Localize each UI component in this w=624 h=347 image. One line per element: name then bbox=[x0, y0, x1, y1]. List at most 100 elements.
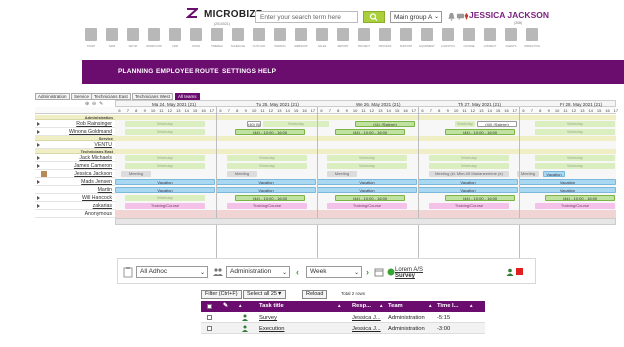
column-time[interactable]: Time I... bbox=[437, 303, 458, 309]
nav-help[interactable]: HELP bbox=[258, 68, 276, 75]
task-title[interactable]: Survey bbox=[259, 315, 277, 321]
employee-name[interactable]: Martin bbox=[41, 187, 115, 193]
toolbar-item[interactable]: SUPPORT bbox=[397, 28, 415, 52]
row-checkbox[interactable] bbox=[207, 326, 212, 331]
workday-block[interactable]: Workday bbox=[125, 121, 205, 127]
expand-icon[interactable] bbox=[37, 156, 40, 160]
training-block[interactable]: Training/Course bbox=[227, 203, 307, 209]
sort-asc-icon[interactable]: ▲ bbox=[428, 303, 432, 308]
workday-block[interactable]: Workday bbox=[263, 121, 329, 127]
search-input[interactable]: Enter your search term here bbox=[255, 11, 358, 23]
page-size[interactable]: 25▼ bbox=[271, 291, 283, 297]
vacation-block[interactable]: Vacation bbox=[543, 171, 565, 177]
employee-name[interactable]: Jack Michaels bbox=[41, 155, 115, 161]
sort-asc-icon[interactable]: ▲ bbox=[238, 303, 242, 308]
vacation-block[interactable]: Vacation bbox=[317, 187, 417, 193]
employee-name[interactable]: Will Hancock bbox=[41, 195, 115, 201]
tab-all-teams[interactable]: All teams bbox=[175, 93, 200, 100]
note-block[interactable]: (40) Bla bbox=[247, 121, 261, 127]
sort-asc-icon[interactable]: ▲ bbox=[337, 303, 341, 308]
employee-name[interactable]: zakarias bbox=[41, 203, 115, 209]
column-team[interactable]: Team bbox=[388, 303, 403, 309]
meeting-block[interactable]: Meeting bbox=[517, 171, 539, 177]
workday-block[interactable]: Workday bbox=[125, 195, 205, 201]
toolbar-item[interactable]: WEBSHOP bbox=[292, 28, 310, 52]
training-block[interactable]: Training/Course bbox=[535, 203, 615, 209]
select-all-checkbox[interactable] bbox=[207, 304, 212, 309]
shift-block[interactable]: (44) - 10:00 - 16:00 bbox=[235, 129, 305, 135]
toolbar-item[interactable]: EQUIPMENT bbox=[418, 28, 436, 52]
toolbar-item[interactable]: PROCESS bbox=[376, 28, 394, 52]
vacation-block[interactable]: Vacation bbox=[418, 179, 518, 185]
toolbar-item[interactable]: START bbox=[82, 28, 100, 52]
shift-block[interactable]: (44) - 10:00 - 16:00 bbox=[235, 195, 305, 201]
shift-block[interactable]: (44) - 10:00 - 16:00 bbox=[445, 195, 515, 201]
stop-button[interactable] bbox=[516, 268, 523, 275]
main-group-select[interactable]: Main group A ⌄ bbox=[390, 11, 442, 23]
nav-employee[interactable]: EMPLOYEE bbox=[156, 68, 194, 75]
workday-block[interactable]: Workday bbox=[327, 155, 407, 161]
employee-name[interactable]: VENTU bbox=[41, 142, 115, 148]
expand-icon[interactable] bbox=[37, 122, 40, 126]
column-responsible[interactable]: Resp... bbox=[352, 303, 371, 309]
toolbar-item[interactable]: PERSON bbox=[271, 28, 289, 52]
meeting-block[interactable]: Meeting bbox=[327, 171, 357, 177]
workday-block[interactable]: Workday bbox=[227, 155, 307, 161]
task-responsible[interactable]: Jessica J... bbox=[352, 315, 381, 321]
task-type-select[interactable]: All Adhoc ⌄ bbox=[136, 266, 208, 278]
workday-block[interactable]: Workday bbox=[227, 163, 307, 169]
employee-name[interactable]: Jessica Jackson bbox=[41, 171, 115, 177]
shift-block[interactable]: (44) - 10:00 - 16:00 bbox=[335, 129, 405, 135]
toolbar-item[interactable]: LOGISTICS bbox=[439, 28, 457, 52]
employee-name[interactable]: James Cameron bbox=[41, 163, 115, 169]
workday-block[interactable]: Workday bbox=[125, 129, 205, 135]
toolbar-item[interactable]: SALES bbox=[313, 28, 331, 52]
tab-administration[interactable]: Administration bbox=[35, 93, 70, 100]
meeting-block[interactable]: Meeting bbox=[227, 171, 257, 177]
expand-icon[interactable] bbox=[37, 204, 40, 208]
vacation-block[interactable]: Vacation bbox=[519, 187, 616, 193]
employee-name[interactable]: Rob Rainsinger bbox=[41, 121, 115, 127]
meeting-block[interactable]: Meeting (kl. Mlm-09 Marianeeriene (e) bbox=[429, 171, 509, 177]
nav-route[interactable]: ROUTE bbox=[195, 68, 219, 75]
tab-technicians-west[interactable]: Technicians West bbox=[132, 93, 173, 100]
training-block[interactable]: Training/Course bbox=[429, 203, 509, 209]
column-task-title[interactable]: Task title bbox=[259, 303, 284, 309]
toolbar-item[interactable]: COURSE bbox=[460, 28, 478, 52]
toolbar-item[interactable]: TIMEREG bbox=[208, 28, 226, 52]
filter-button[interactable]: Filter (Ctrl+F) bbox=[201, 290, 242, 299]
vacation-block[interactable]: Vacation bbox=[115, 179, 215, 185]
tab-technicians-east[interactable]: Technicians East bbox=[91, 93, 131, 100]
team-select[interactable]: Administration ⌄ bbox=[226, 266, 290, 278]
vacation-block[interactable]: Vacation bbox=[216, 179, 316, 185]
user-name[interactable]: JESSICA JACKSON bbox=[469, 10, 549, 20]
task-title[interactable]: Execution bbox=[259, 326, 284, 332]
workday-block[interactable]: Workday bbox=[535, 155, 615, 161]
toolbar-item[interactable]: SAMI bbox=[103, 28, 121, 52]
table-row[interactable]: Survey Jessica J... Administration -5:15 bbox=[201, 312, 485, 323]
bell-icon[interactable] bbox=[447, 12, 456, 21]
toolbar-item[interactable]: WORKFLOW bbox=[145, 28, 163, 52]
toolbar-item[interactable]: INSPECTION bbox=[523, 28, 541, 52]
sort-asc-icon[interactable]: ▲ bbox=[469, 303, 473, 308]
workday-block[interactable]: Workday bbox=[125, 155, 205, 161]
previous-arrow-icon[interactable]: ‹ bbox=[296, 267, 299, 277]
expand-icon[interactable] bbox=[37, 180, 40, 184]
sort-asc-icon[interactable]: ▲ bbox=[379, 303, 383, 308]
vacation-block[interactable]: Vacation bbox=[216, 187, 316, 193]
toolbar-item[interactable]: OUTLOOK bbox=[250, 28, 268, 52]
workday-block[interactable]: Workday bbox=[455, 121, 475, 127]
toolbar-item[interactable]: SETUP bbox=[124, 28, 142, 52]
toolbar-item[interactable]: REPORT bbox=[334, 28, 352, 52]
task-name[interactable]: Survey bbox=[395, 273, 423, 279]
period-select[interactable]: Week ⌄ bbox=[306, 266, 362, 278]
training-block[interactable]: Training/Course bbox=[327, 203, 407, 209]
expand-icon[interactable] bbox=[37, 143, 40, 147]
expand-icon[interactable] bbox=[37, 196, 40, 200]
workday-block[interactable]: Workday bbox=[125, 163, 205, 169]
shift-block[interactable]: (44) - 10:00 - 16:00 bbox=[545, 195, 615, 201]
meeting-block[interactable]: Meeting bbox=[121, 171, 151, 177]
row-checkbox[interactable] bbox=[207, 315, 212, 320]
toolbar-item[interactable]: CONNECT bbox=[481, 28, 499, 52]
next-arrow-icon[interactable]: › bbox=[366, 267, 369, 277]
